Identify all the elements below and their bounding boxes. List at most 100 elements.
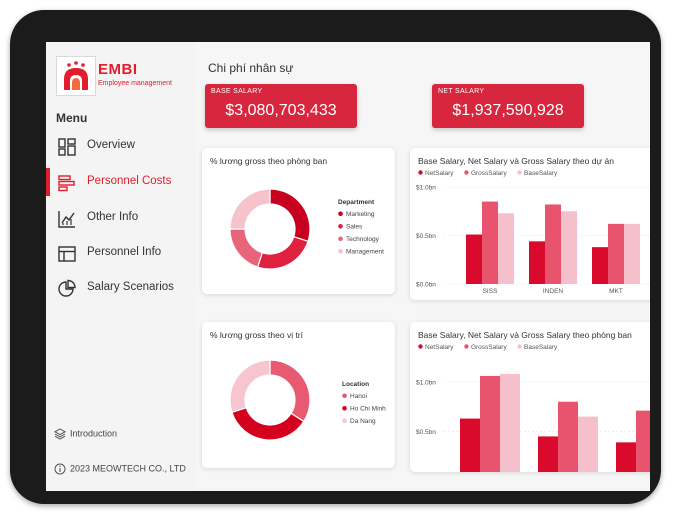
legend-item: Sales — [346, 224, 363, 231]
sidebar-item-label: Overview — [87, 139, 135, 151]
brand-name: EMBI — [98, 61, 138, 78]
active-indicator — [46, 168, 50, 196]
sidebar-item-label: Salary Scenarios — [87, 281, 174, 293]
legend-marker — [342, 418, 347, 424]
bar-grosssalary-sales[interactable] — [558, 401, 578, 472]
legend-marker — [517, 170, 522, 175]
legend-marker — [464, 344, 469, 349]
pie-chart-icon — [58, 279, 76, 297]
legend-item: BaseSalary — [524, 344, 558, 351]
legend-marker — [342, 393, 347, 399]
bar-netsalary-inden[interactable] — [529, 241, 545, 284]
sidebar-item-personnel-costs[interactable]: Personnel Costs — [46, 168, 196, 196]
x-tick-label: SISS — [483, 288, 498, 295]
legend-item: GrossSalary — [471, 344, 508, 351]
introduction-label: Introduction — [70, 428, 118, 439]
y-tick-label: $0.5bn — [416, 429, 436, 436]
copyright-text: 2023 MEOWTECH CO., LTD — [70, 463, 186, 474]
page-title: Chi phí nhân sự — [208, 61, 294, 75]
location-donut-chart: Location Hanoi Ho Chi Minh Da Nang — [229, 359, 386, 441]
y-tick-label: $0.5bn — [416, 233, 436, 240]
sidebar-item-other-info[interactable]: Other Info — [46, 204, 196, 232]
project-bar-chart: NetSalary GrossSalary BaseSalary $0.0bn $0.5… — [416, 170, 650, 295]
base-salary-card: BASE SALARY $3,080,703,433 — [205, 84, 357, 128]
legend-marker — [338, 224, 343, 229]
bar-basesalary-mkt[interactable] — [624, 223, 640, 284]
department-donut-card: % lương gross theo phòng ban Department M… — [202, 148, 395, 294]
x-tick-label: INDEN — [543, 288, 564, 295]
legend-marker — [338, 249, 343, 254]
legend-item: Da Nang — [350, 418, 376, 425]
info-icon — [54, 463, 66, 475]
bar-grosssalary-siss[interactable] — [482, 201, 498, 284]
sidebar-item-personnel-info[interactable]: Personnel Info — [46, 239, 196, 267]
sidebar-item-label: Personnel Info — [87, 246, 162, 258]
bar-basesalary-siss[interactable] — [498, 213, 514, 284]
donut-slice-hanoi[interactable] — [269, 359, 311, 423]
y-tick-label: $1.0bn — [416, 379, 436, 386]
donut-slice-management[interactable] — [229, 188, 271, 230]
legend-item: NetSalary — [425, 170, 454, 177]
location-donut-card: % lương gross theo vị trí Location Hanoi H… — [202, 322, 395, 468]
legend-marker — [418, 344, 423, 349]
legend-marker — [342, 406, 347, 411]
table-icon — [58, 246, 76, 262]
brand-subtitle: Employee management — [98, 80, 172, 87]
legend-marker — [464, 170, 469, 175]
bar-grosssalary-te[interactable] — [636, 410, 650, 472]
line-chart-icon — [58, 211, 75, 228]
donut-slice-marketing[interactable] — [269, 188, 311, 243]
bars-list-icon — [58, 175, 75, 192]
bar-grosssalary-inden[interactable] — [545, 204, 561, 284]
kpi-value: $1,937,590,928 — [452, 102, 564, 119]
copyright-notice: 2023 MEOWTECH CO., LTD — [54, 463, 186, 475]
donut-slice-technology[interactable] — [229, 228, 264, 268]
tablet-frame: EMBI Employee management Menu Overview P… — [10, 10, 661, 504]
legend-item: Management — [346, 249, 384, 256]
layers-icon — [53, 428, 67, 440]
kpi-value: $3,080,703,433 — [225, 102, 337, 119]
bar-netsalary-marketing[interactable] — [460, 418, 480, 472]
y-tick-label: $1.0bn — [416, 185, 436, 192]
legend-marker — [338, 236, 343, 242]
legend-marker — [418, 170, 423, 175]
legend-item: Marketing — [346, 211, 375, 218]
dashboard-icon — [58, 138, 76, 156]
sidebar-item-overview[interactable]: Overview — [46, 132, 196, 160]
bar-netsalary-siss[interactable] — [466, 234, 482, 284]
legend-item: Technology — [346, 236, 380, 243]
bar-basesalary-inden[interactable] — [561, 211, 577, 284]
bar-basesalary-sales[interactable] — [578, 416, 598, 472]
dashboard-screen: EMBI Employee management Menu Overview P… — [46, 42, 650, 491]
legend-title: Department — [338, 199, 375, 206]
bar-netsalary-mkt[interactable] — [592, 247, 608, 284]
sidebar: EMBI Employee management Menu Overview P… — [46, 42, 196, 491]
legend-item: Hanoi — [350, 393, 367, 400]
project-bar-card: Base Salary, Net Salary và Gross Salary … — [410, 148, 650, 300]
kpi-label: NET SALARY — [438, 88, 485, 95]
x-tick-label: MKT — [609, 288, 623, 295]
department-bar-chart: NetSalaryGrossSalaryBaseSalary$0.0bn$0.5… — [416, 344, 650, 472]
bar-basesalary-marketing[interactable] — [500, 373, 520, 472]
department-donut-chart: Department Marketing Sales Technology Manage… — [229, 188, 384, 270]
introduction-link[interactable]: Introduction — [53, 428, 118, 440]
arch-logo-icon[interactable] — [56, 56, 96, 96]
legend-item: NetSalary — [425, 344, 454, 351]
legend-item: BaseSalary — [524, 170, 558, 177]
bar-netsalary-sales[interactable] — [538, 436, 558, 472]
main-content: Chi phí nhân sự BASE SALARY $3,080,703,4… — [196, 42, 650, 491]
legend-item: GrossSalary — [471, 170, 508, 177]
legend-title: Location — [342, 381, 369, 388]
bar-grosssalary-marketing[interactable] — [480, 375, 500, 472]
sidebar-item-label: Other Info — [87, 211, 139, 223]
donut-slice-sales[interactable] — [256, 235, 309, 270]
net-salary-card: NET SALARY $1,937,590,928 — [432, 84, 584, 128]
department-bar-card: Base Salary, Net Salary và Gross Salary … — [410, 322, 650, 472]
sidebar-item-salary-scenarios[interactable]: Salary Scenarios — [46, 274, 196, 302]
bar-grosssalary-mkt[interactable] — [608, 223, 624, 284]
sidebar-item-label: Personnel Costs — [87, 175, 172, 187]
kpi-label: BASE SALARY — [211, 88, 263, 95]
donut-slice-da-nang[interactable] — [229, 359, 271, 414]
bar-netsalary-te[interactable] — [616, 442, 636, 472]
legend-marker — [517, 344, 522, 349]
